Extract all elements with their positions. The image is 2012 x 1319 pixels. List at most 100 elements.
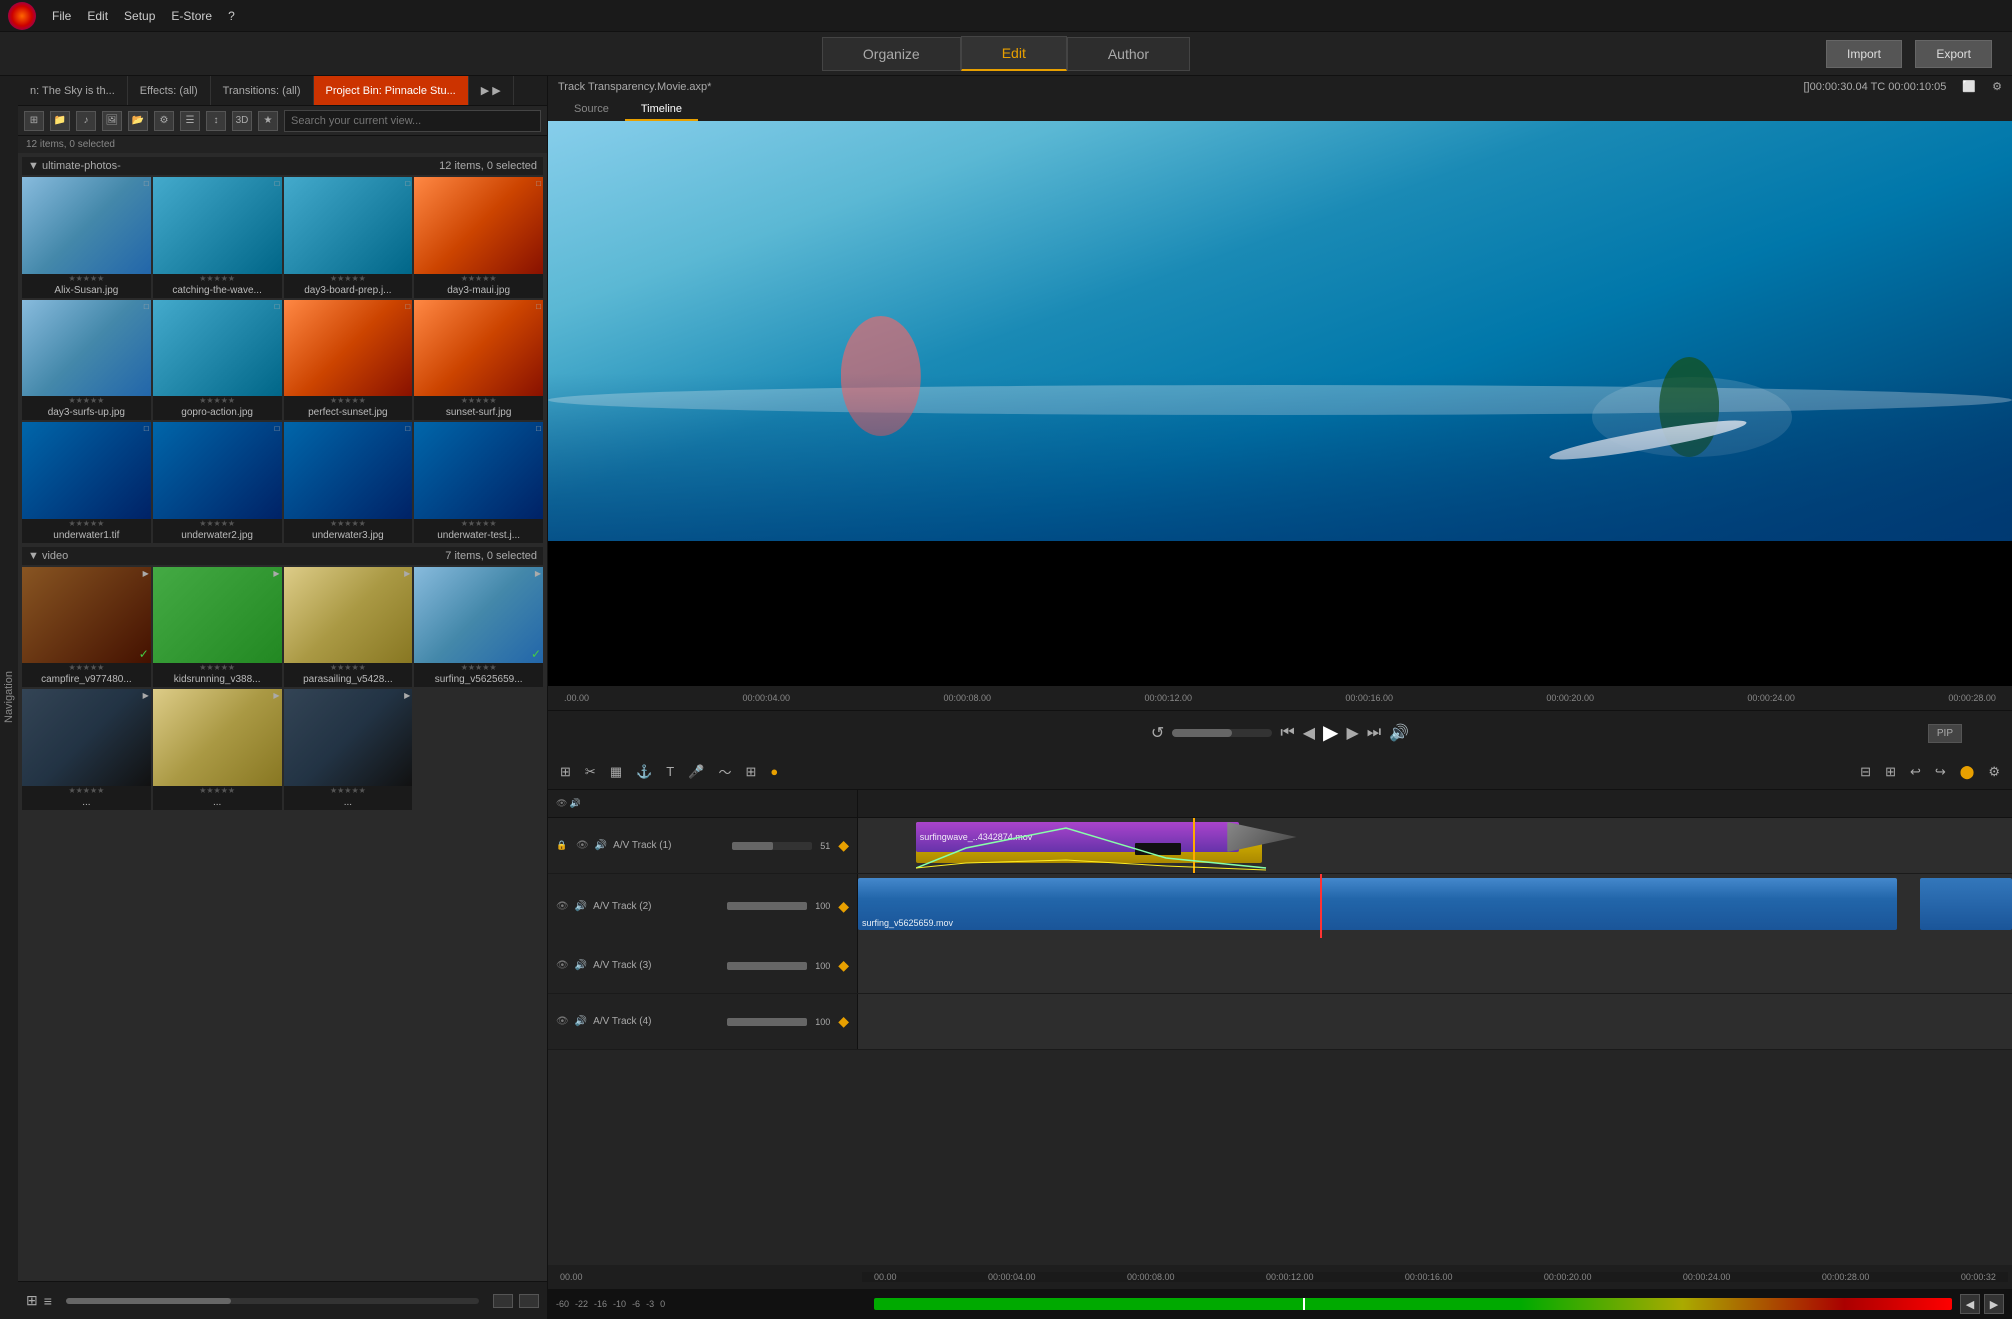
track-content-4[interactable] xyxy=(858,994,2012,1049)
level-scroll-right[interactable]: ▶ xyxy=(1984,1294,2004,1314)
tl-btn-mic[interactable]: 🎤 xyxy=(684,762,708,782)
toolbar-btn-music[interactable]: ♪ xyxy=(76,111,96,131)
menu-edit[interactable]: Edit xyxy=(87,9,108,23)
tl-btn-hook[interactable]: ⚓ xyxy=(632,762,656,782)
track-4-eye[interactable]: 👁 xyxy=(556,1016,569,1027)
track-1-eye[interactable]: 👁 xyxy=(576,840,589,851)
track-content-2[interactable]: surfing_v5625659.mov xyxy=(858,874,2012,938)
toolbar-btn-1[interactable]: ⊞ xyxy=(24,111,44,131)
clip-1-main[interactable]: surfingwave_..4342874.mov xyxy=(916,822,1239,852)
toolbar-btn-list[interactable]: ☰ xyxy=(180,111,200,131)
photo-item-0[interactable]: □ ★★★★★ Alix-Susan.jpg xyxy=(22,177,151,298)
panel-tab-effects[interactable]: Effects: (all) xyxy=(128,76,211,105)
track-3-keyframe[interactable]: ◆ xyxy=(838,957,849,974)
navigation-tab[interactable]: Navigation xyxy=(0,76,18,1319)
tl-btn-wave[interactable]: 〜 xyxy=(714,760,735,783)
photo-item-10[interactable]: □ ★★★★★ underwater3.jpg xyxy=(284,422,413,543)
pb-skip-start[interactable]: ⏮ xyxy=(1280,724,1294,742)
tl-btn-bar[interactable]: ▦ xyxy=(606,762,626,782)
level-scroll-left[interactable]: ◀ xyxy=(1960,1294,1980,1314)
preview-tab-timeline[interactable]: Timeline xyxy=(625,99,698,121)
video-item-6[interactable]: ▶ ★★★★★ ... xyxy=(284,689,413,810)
export-button[interactable]: Export xyxy=(1915,40,1992,68)
video-item-3[interactable]: ▶ ✓ ★★★★★ surfing_v5625659... xyxy=(414,567,543,688)
pb-volume[interactable]: 🔊 xyxy=(1389,723,1409,743)
tl-btn-zoom-in[interactable]: ⊞ xyxy=(1881,762,1900,782)
tl-btn-t[interactable]: T xyxy=(662,762,678,781)
tab-author[interactable]: Author xyxy=(1067,37,1190,71)
tl-btn-cut[interactable]: ✂ xyxy=(581,762,600,782)
track-4-keyframe[interactable]: ◆ xyxy=(838,1013,849,1030)
tl-btn-zoom-out[interactable]: ⊟ xyxy=(1856,762,1875,782)
track-2-audio[interactable]: 🔊 xyxy=(575,901,587,912)
menu-setup[interactable]: Setup xyxy=(124,9,155,23)
track-1-audio[interactable]: 🔊 xyxy=(595,840,607,851)
panel-tab-transitions[interactable]: Transitions: (all) xyxy=(211,76,314,105)
video-item-4[interactable]: ▶ ★★★★★ ... xyxy=(22,689,151,810)
search-input[interactable] xyxy=(284,110,541,132)
track-2-volume[interactable] xyxy=(727,902,807,910)
track-2-keyframe[interactable]: ◆ xyxy=(838,898,849,915)
clip-2-end[interactable] xyxy=(1920,878,2012,930)
track-3-volume[interactable] xyxy=(727,962,807,970)
photo-item-6[interactable]: □ ★★★★★ perfect-sunset.jpg xyxy=(284,300,413,421)
clip-2-main[interactable]: surfing_v5625659.mov xyxy=(858,878,1897,930)
video-item-1[interactable]: ▶ ★★★★★ kidsrunning_v388... xyxy=(153,567,282,688)
toolbar-btn-img[interactable]: 🖼 xyxy=(102,111,122,131)
track-1-lock[interactable]: 🔒 xyxy=(556,840,570,851)
video-item-2[interactable]: ▶ ★★★★★ parasailing_v5428... xyxy=(284,567,413,688)
panel-tab-close[interactable]: ▶ ▶ xyxy=(469,76,514,105)
tl-btn-settings[interactable]: ⚙ xyxy=(1984,762,2004,782)
toolbar-btn-sort[interactable]: ↕ xyxy=(206,111,226,131)
import-button[interactable]: Import xyxy=(1826,40,1902,68)
preview-icon-settings[interactable]: ⚙ xyxy=(1992,80,2002,93)
tab-organize[interactable]: Organize xyxy=(822,37,961,71)
photo-item-11[interactable]: □ ★★★★★ underwater-test.j... xyxy=(414,422,543,543)
menu-help[interactable]: ? xyxy=(228,9,235,23)
preview-icon-expand[interactable]: ⬜ xyxy=(1962,80,1976,93)
toolbar-btn-3d[interactable]: 3D xyxy=(232,111,252,131)
video-item-0[interactable]: ▶ ✓ ★★★★★ campfire_v977480... xyxy=(22,567,151,688)
photo-item-5[interactable]: □ ★★★★★ gopro-action.jpg xyxy=(153,300,282,421)
track-2-eye[interactable]: 👁 xyxy=(556,901,569,912)
tl-btn-snap[interactable]: ⊞ xyxy=(556,762,575,782)
clip-1-dark[interactable] xyxy=(1135,843,1181,855)
photo-item-8[interactable]: □ ★★★★★ underwater1.tif xyxy=(22,422,151,543)
pb-play[interactable]: ▶ xyxy=(1323,720,1338,745)
menu-file[interactable]: File xyxy=(52,9,71,23)
track-4-volume[interactable] xyxy=(727,1018,807,1026)
track-content-3[interactable] xyxy=(858,938,2012,993)
tl-btn-redo[interactable]: ↪ xyxy=(1931,762,1950,782)
pb-prev-frame[interactable]: ◀ xyxy=(1303,723,1315,743)
track-3-eye[interactable]: 👁 xyxy=(556,960,569,971)
pb-skip-end[interactable]: ⏭ xyxy=(1367,724,1381,742)
track-1-keyframe[interactable]: ◆ xyxy=(838,837,849,854)
toolbar-btn-rate[interactable]: ★ xyxy=(258,111,278,131)
toolbar-btn-2[interactable]: 📁 xyxy=(50,111,70,131)
tl-btn-undo[interactable]: ↩ xyxy=(1906,762,1925,782)
preview-tab-source[interactable]: Source xyxy=(558,99,625,121)
view-btn-grid[interactable]: ⊞ xyxy=(26,1292,38,1309)
track-4-audio[interactable]: 🔊 xyxy=(575,1016,587,1027)
photo-item-4[interactable]: □ ★★★★★ day3-surfs-up.jpg xyxy=(22,300,151,421)
photo-item-9[interactable]: □ ★★★★★ underwater2.jpg xyxy=(153,422,282,543)
tl-btn-orange2[interactable]: ⬤ xyxy=(1956,762,1979,782)
video-item-5[interactable]: ▶ ★★★★★ ... xyxy=(153,689,282,810)
tl-btn-grid[interactable]: ⊞ xyxy=(741,762,760,782)
menu-estore[interactable]: E-Store xyxy=(171,9,212,23)
track-3-audio[interactable]: 🔊 xyxy=(575,960,587,971)
tab-edit[interactable]: Edit xyxy=(961,36,1067,71)
pb-next-frame[interactable]: ▶ xyxy=(1346,723,1358,743)
photo-item-7[interactable]: □ ★★★★★ sunset-surf.jpg xyxy=(414,300,543,421)
panel-tab-sky[interactable]: n: The Sky is th... xyxy=(18,76,128,105)
toolbar-btn-3[interactable]: ⚙ xyxy=(154,111,174,131)
panel-tab-project[interactable]: Project Bin: Pinnacle Stu... xyxy=(314,76,469,105)
view-btn-list[interactable]: ≡ xyxy=(44,1293,52,1309)
photo-item-3[interactable]: □ ★★★★★ day3-maui.jpg xyxy=(414,177,543,298)
photo-item-2[interactable]: □ ★★★★★ day3-board-prep.j... xyxy=(284,177,413,298)
pip-button[interactable]: PIP xyxy=(1928,727,1962,739)
track-1-volume[interactable] xyxy=(732,842,812,850)
toolbar-btn-folder[interactable]: 📂 xyxy=(128,111,148,131)
pb-loop[interactable]: ↺ xyxy=(1151,723,1164,743)
photo-item-1[interactable]: □ ★★★★★ catching-the-wave... xyxy=(153,177,282,298)
